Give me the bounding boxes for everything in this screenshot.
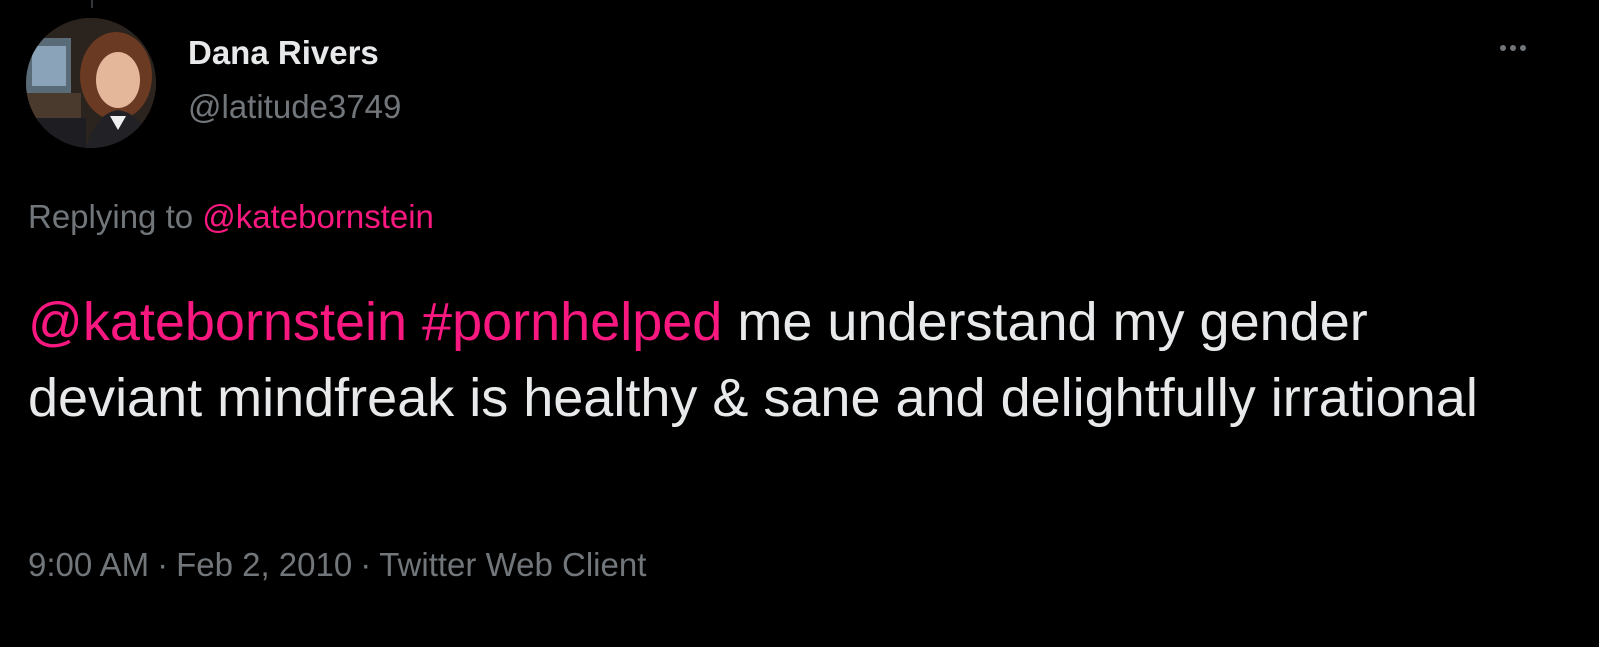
tweet-metadata: 9:00 AM · Feb 2, 2010 · Twitter Web Client bbox=[28, 546, 646, 584]
tweet-mention-link[interactable]: @katebornstein bbox=[28, 292, 407, 352]
replying-to-mention-link[interactable]: @katebornstein bbox=[202, 198, 434, 235]
author-display-name[interactable]: Dana Rivers bbox=[188, 34, 379, 72]
tweet-text: @katebornstein #pornhelped me understand… bbox=[28, 284, 1548, 436]
more-horizontal-icon-dot bbox=[1510, 45, 1516, 51]
tweet-time-link[interactable]: 9:00 AM bbox=[28, 546, 149, 583]
meta-separator: · bbox=[157, 546, 169, 583]
tweet-date-link[interactable]: Feb 2, 2010 bbox=[176, 546, 352, 583]
more-horizontal-icon bbox=[1500, 45, 1506, 51]
thread-connector-line bbox=[91, 0, 93, 8]
meta-separator: · bbox=[360, 546, 372, 583]
replying-to-label: Replying to bbox=[28, 198, 194, 235]
tweet-source-link[interactable]: Twitter Web Client bbox=[379, 546, 646, 583]
avatar[interactable] bbox=[26, 18, 156, 148]
author-handle[interactable]: @latitude3749 bbox=[188, 88, 401, 126]
more-options-button[interactable] bbox=[1488, 30, 1538, 66]
tweet-hashtag-link[interactable]: #pornhelped bbox=[422, 292, 722, 352]
replying-to-line: Replying to @katebornstein bbox=[28, 198, 434, 236]
more-horizontal-icon-dot bbox=[1520, 45, 1526, 51]
avatar-photo bbox=[26, 18, 156, 148]
